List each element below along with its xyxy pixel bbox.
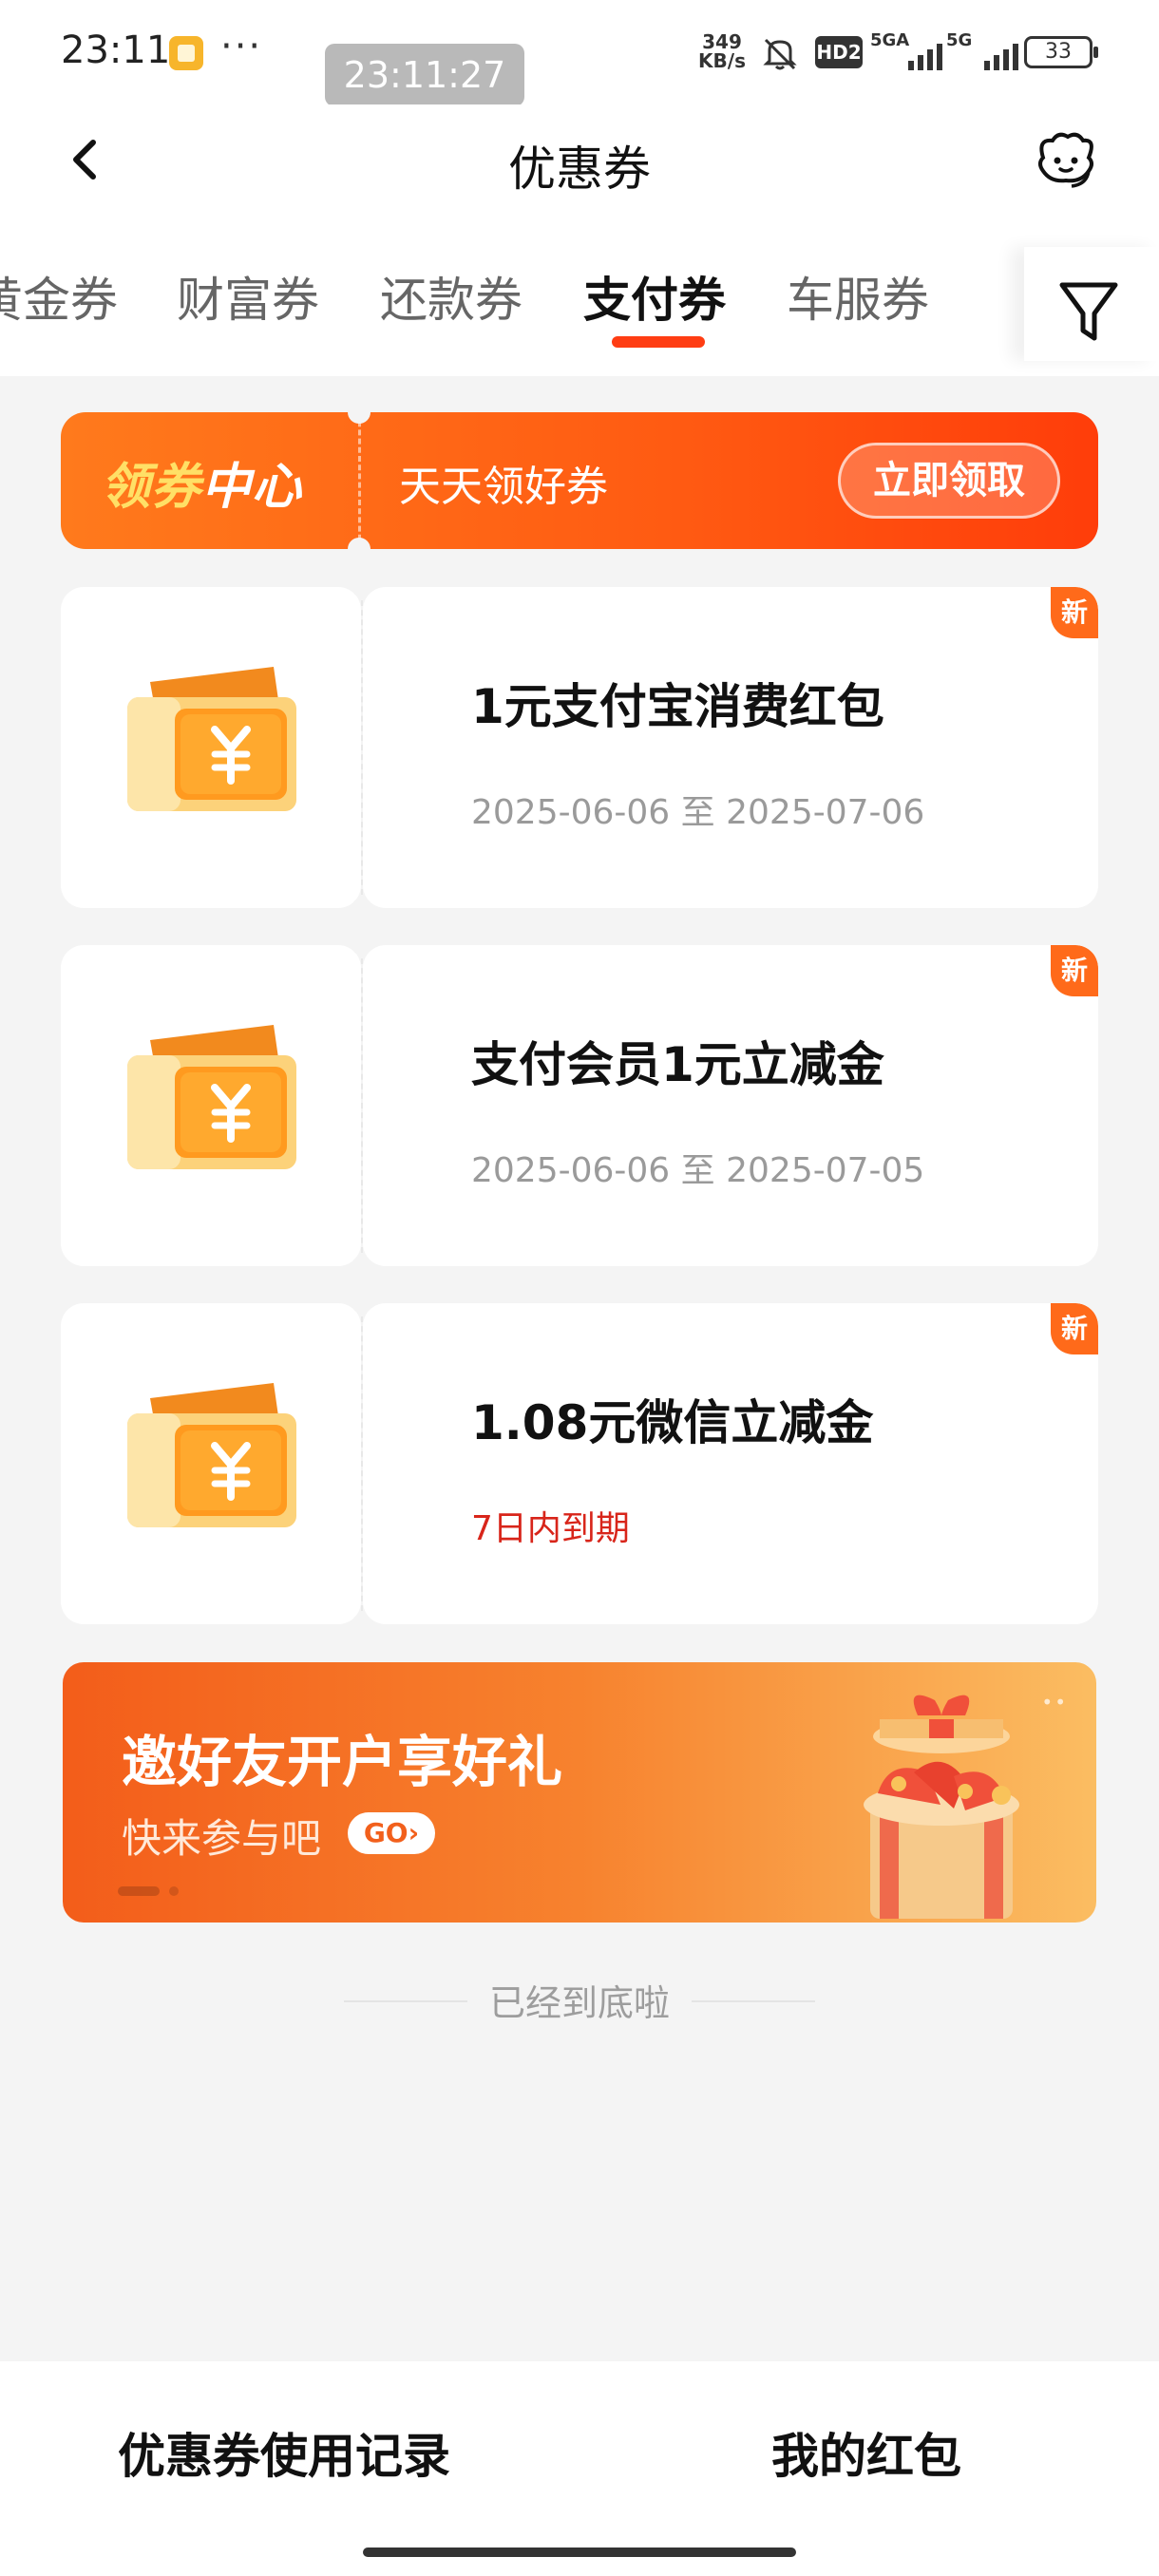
signal-1-label: 5GA	[870, 30, 910, 50]
banner-divider	[358, 412, 361, 549]
active-tab-indicator	[612, 336, 705, 348]
coupon-validity: 7日内到期	[471, 1509, 630, 1548]
nav-bar: 优惠券	[0, 104, 1159, 218]
signal-2-label: 5G	[946, 30, 973, 50]
coupon-left-panel	[61, 1303, 361, 1624]
status-bar: 23:11 ··· 23:11:27 349 KB/s HD2 5GA 5G 3…	[0, 0, 1159, 106]
end-of-list-text: 已经到底啦	[488, 1982, 670, 2024]
banner-slogan: 天天领好券	[399, 463, 608, 511]
carousel-dot-active	[118, 1886, 160, 1896]
coupon-validity: 2025-06-06 至 2025-07-06	[471, 793, 925, 832]
yuan-coupon-icon	[127, 667, 296, 811]
coupon-left-panel	[61, 945, 361, 1266]
carousel-indicator	[118, 1886, 179, 1896]
coupon-title: 支付会员1元立减金	[471, 1037, 884, 1092]
coupon-card[interactable]: 新 1元支付宝消费红包 2025-06-06 至 2025-07-06	[61, 577, 1098, 919]
new-badge: 新	[1051, 587, 1098, 638]
tab-payment-coupon[interactable]: 支付券	[583, 262, 726, 331]
coupon-usage-history-button[interactable]: 优惠券使用记录	[118, 2418, 450, 2487]
bottom-bar: 优惠券使用记录 我的红包	[0, 2361, 1159, 2576]
network-speed-value: 349	[702, 30, 742, 53]
page-title: 优惠券	[508, 142, 651, 197]
coupon-center-banner[interactable]: 领券中心 天天领好券 立即领取	[61, 412, 1098, 549]
yuan-coupon-icon	[127, 1383, 296, 1527]
end-of-list: 已经到底啦	[0, 1974, 1159, 2031]
mute-bell-icon	[763, 38, 797, 70]
coupon-validity: 2025-06-06 至 2025-07-05	[471, 1151, 925, 1190]
yuan-coupon-icon	[127, 1025, 296, 1169]
signal-5g-icon: 5G	[946, 30, 1018, 70]
more-notifications-icon: ···	[220, 25, 263, 68]
network-speed-unit: KB/s	[698, 49, 746, 72]
new-badge: 新	[1051, 1303, 1098, 1354]
coupon-center-label-part2: 中心	[201, 459, 303, 516]
tab-repayment-coupon[interactable]: 还款券	[380, 262, 522, 331]
invite-subtitle: 快来参与吧	[122, 1815, 322, 1862]
clock-overlay: 23:11:27	[325, 44, 524, 106]
coupon-title: 1.08元微信立减金	[471, 1395, 874, 1450]
coupon-tabs: 黄金券 财富券 还款券 支付券 车服券	[0, 218, 1159, 376]
coupon-card[interactable]: 新 1.08元微信立减金 7日内到期	[61, 1293, 1098, 1635]
gift-box-icon	[864, 1695, 1019, 1919]
coupon-right-panel: 新	[363, 945, 1098, 1266]
invite-title: 邀好友开户享好礼	[122, 1730, 563, 1794]
filter-button[interactable]	[1024, 247, 1159, 361]
coupon-right-panel: 新	[363, 587, 1098, 908]
tab-gold-coupon[interactable]: 黄金券	[0, 262, 118, 331]
claim-now-button[interactable]: 立即领取	[838, 443, 1060, 519]
hd-voice-icon: HD2	[815, 36, 863, 68]
signal-5ga-icon: 5GA	[870, 30, 942, 70]
coupon-card[interactable]: 新 支付会员1元立减金 2025-06-06 至 2025-07-05	[61, 935, 1098, 1277]
tab-wealth-coupon[interactable]: 财富券	[177, 262, 319, 331]
coupon-center-label-part1: 领券	[101, 459, 202, 516]
banner-notch	[348, 412, 370, 424]
status-time: 23:11	[61, 28, 171, 72]
home-indicator[interactable]	[363, 2548, 796, 2557]
filter-icon	[1059, 282, 1118, 341]
new-badge: 新	[1051, 945, 1098, 996]
end-line-right	[692, 2000, 815, 2002]
coupon-right-panel: 新	[363, 1303, 1098, 1624]
coupon-left-panel	[61, 587, 361, 908]
battery-icon: 33	[1024, 36, 1098, 68]
coupon-title: 1元支付宝消费红包	[471, 679, 884, 734]
go-button[interactable]: GO›	[348, 1812, 435, 1854]
invite-friends-banner[interactable]: 邀好友开户享好礼 快来参与吧 GO› ••	[63, 1662, 1096, 1923]
network-speed: 349 KB/s	[695, 32, 749, 70]
customer-service-icon[interactable]	[1030, 129, 1100, 190]
my-red-packets-button[interactable]: 我的红包	[771, 2418, 961, 2487]
notification-app-icon	[169, 36, 203, 70]
tab-car-service-coupon[interactable]: 车服券	[787, 262, 929, 331]
banner-notch	[348, 538, 370, 549]
carousel-dot	[169, 1886, 179, 1896]
coupon-center-label: 领券中心	[101, 446, 302, 518]
